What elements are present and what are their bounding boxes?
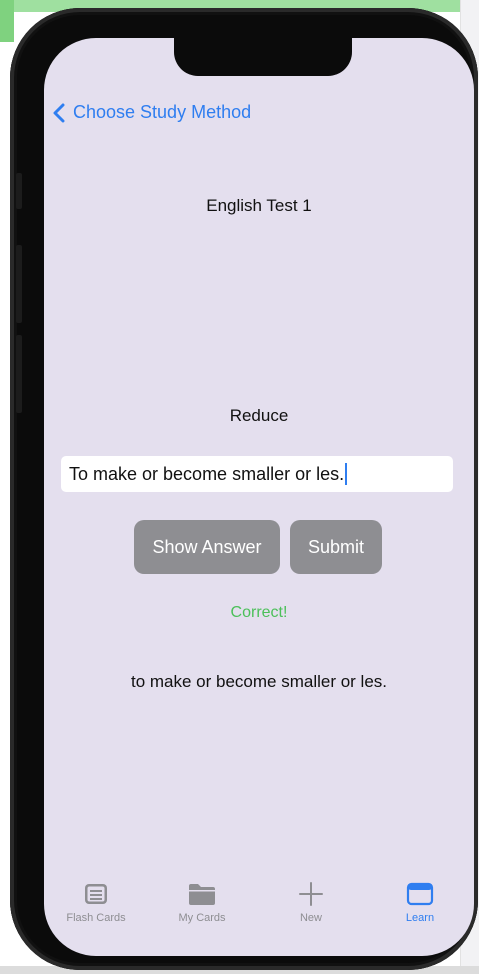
volume-up-button — [16, 245, 22, 323]
submit-button[interactable]: Submit — [290, 520, 382, 574]
tab-label: Learn — [405, 912, 435, 924]
tab-new[interactable]: New — [266, 882, 356, 924]
back-button[interactable]: Choose Study Method — [52, 102, 251, 123]
mute-switch — [16, 173, 22, 209]
back-button-label: Choose Study Method — [73, 102, 252, 122]
card-term: Reduce — [229, 406, 289, 425]
background-strip-left — [0, 0, 14, 42]
text-caret — [345, 463, 348, 485]
tab-learn[interactable]: Learn — [375, 882, 465, 924]
tab-label: My Cards — [178, 912, 226, 924]
notch — [174, 38, 352, 76]
answer-input-value: To make or become smaller or les. — [69, 463, 345, 484]
folder-icon — [189, 884, 215, 905]
tab-bar: Flash Cards My Cards New Learn — [44, 882, 474, 946]
phone-frame: Choose Study Method English Test 1 Reduc… — [10, 8, 478, 970]
app-screen: Choose Study Method English Test 1 Reduc… — [44, 38, 474, 956]
chevron-left-icon — [53, 103, 65, 122]
tab-label: Flash Cards — [66, 912, 126, 924]
correct-answer-text: to make or become smaller or les. — [130, 672, 388, 691]
show-answer-button[interactable]: Show Answer — [134, 520, 280, 574]
tab-label: New — [299, 912, 322, 924]
volume-down-button — [16, 335, 22, 413]
tab-my-cards[interactable]: My Cards — [157, 882, 247, 924]
answer-input[interactable]: To make or become smaller or les. — [61, 456, 453, 492]
result-status: Correct! — [230, 604, 288, 621]
flash-cards-icon — [85, 884, 107, 904]
plus-icon — [299, 882, 323, 906]
deck-title: English Test 1 — [206, 196, 312, 215]
learn-window-icon — [406, 882, 434, 906]
tab-flash-cards[interactable]: Flash Cards — [51, 882, 141, 924]
